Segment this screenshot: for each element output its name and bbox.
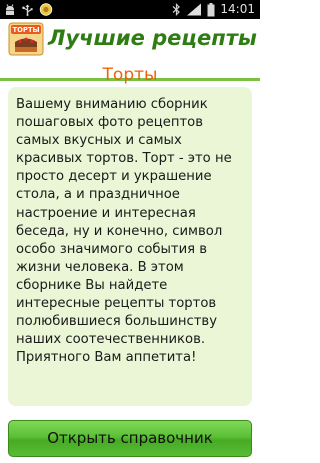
notification-icons [4, 3, 53, 16]
description-text: Вашему вниманию сборник пошаговых фото р… [16, 97, 232, 366]
recipe-app-notification-icon [39, 3, 53, 16]
status-bar: 14:01 [0, 0, 260, 19]
android-debug-icon [4, 3, 16, 16]
description-card: Вашему вниманию сборник пошаговых фото р… [8, 87, 252, 406]
signal-icon [186, 3, 202, 16]
page-title: Торты [102, 65, 158, 85]
app-title: Лучшие рецепты [48, 26, 257, 50]
open-reference-button[interactable]: Открыть справочник [8, 420, 252, 457]
bluetooth-icon [172, 3, 181, 16]
battery-icon [207, 2, 215, 17]
status-time: 14:01 [220, 2, 255, 16]
logo-text: ТОРТЫ [12, 26, 39, 34]
usb-icon [21, 4, 34, 16]
cake-logo-icon[interactable]: ТОРТЫ [8, 22, 44, 56]
system-icons: 14:01 [172, 0, 255, 19]
app-header: ТОРТЫ Лучшие рецепты [0, 19, 260, 81]
